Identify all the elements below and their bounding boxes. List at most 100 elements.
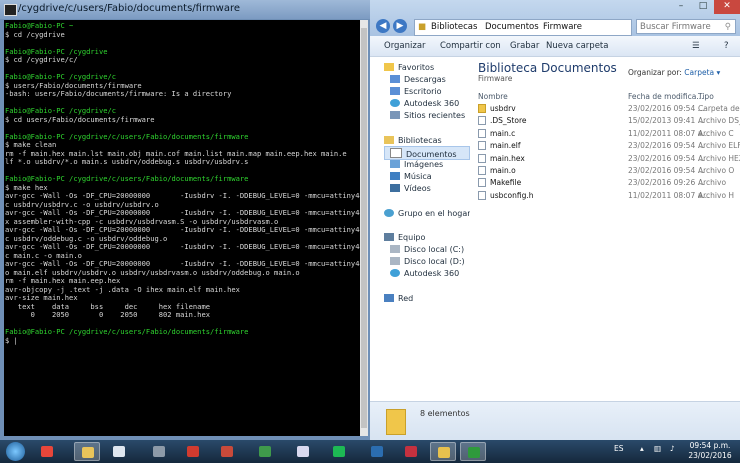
burn-button[interactable]: Grabar [510, 41, 539, 51]
taskbar-spotify-button[interactable] [326, 442, 352, 461]
breadcrumb-libraries[interactable]: Bibliotecas [431, 22, 477, 32]
library-subtitle: Firmware [478, 74, 513, 83]
nav-downloads[interactable]: Descargas [390, 75, 446, 84]
content-pane[interactable]: Biblioteca Documentos Firmware Organizar… [470, 57, 740, 401]
item-count: 8 elementos [420, 409, 470, 418]
file-icon [478, 128, 486, 138]
file-date: 23/02/2016 09:54 ... [628, 141, 705, 151]
nav-pictures[interactable]: Imágenes [390, 160, 443, 169]
nav-recent[interactable]: Sitios recientes [390, 111, 465, 120]
nav-network[interactable]: Red [384, 294, 413, 303]
clock[interactable]: 09:54 p.m. 23/02/2016 [686, 441, 734, 461]
column-type[interactable]: Tipo [698, 92, 714, 101]
search-box[interactable]: ⚲ [636, 19, 736, 34]
favorites-header[interactable]: Favoritos [384, 63, 434, 72]
folder-icon [478, 104, 486, 113]
libraries-icon [384, 136, 394, 144]
eagle-icon [259, 446, 271, 457]
start-button[interactable] [6, 442, 25, 461]
nav-disk-d[interactable]: Disco local (D:) [390, 257, 465, 266]
column-name[interactable]: Nombre [478, 92, 508, 101]
taskbar-cygwin-terminal-button[interactable] [460, 442, 486, 461]
explorer-window[interactable]: – □ ✕ ◀ ▶ ■ Bibliotecas Documentos Firmw… [370, 0, 740, 441]
address-bar[interactable]: ■ Bibliotecas Documentos Firmware [414, 19, 632, 36]
folder-icon [386, 409, 406, 435]
file-row[interactable]: usbdrv 23/02/2016 09:54 ...Carpeta de a [474, 103, 740, 115]
libraries-header[interactable]: Bibliotecas [384, 136, 442, 145]
forward-icon[interactable]: ▶ [393, 19, 407, 33]
arrange-value[interactable]: Carpeta [684, 68, 714, 77]
chevron-down-icon[interactable]: ▾ [717, 68, 721, 77]
terminal-text: Fabio@Fabio-PC ~ $ cd /cygdrive Fabio@Fa… [4, 20, 360, 345]
arrange-by[interactable]: Organizar por: Carpeta ▾ [628, 68, 720, 77]
file-row[interactable]: main.hex 23/02/2016 09:54 ... Archivo HEX [474, 153, 740, 165]
maximize-button[interactable]: □ [692, 0, 714, 14]
status-bar: 8 elementos [370, 401, 740, 441]
taskbar-media-button[interactable] [398, 442, 424, 461]
nav-documents[interactable]: Documentos [390, 148, 457, 159]
autocad-icon [187, 446, 199, 457]
terminal-line: $ cd users/Fabio/documents/firmware [5, 114, 155, 124]
network-icon [384, 294, 394, 302]
taskbar-autocad-button[interactable] [180, 442, 206, 461]
search-icon[interactable]: ⚲ [725, 22, 731, 32]
file-icon [478, 178, 486, 188]
homegroup-icon [384, 209, 394, 217]
file-row[interactable]: main.c 11/02/2011 08:07 a... Archivo C [474, 128, 740, 140]
file-name: main.elf [490, 141, 521, 151]
column-date[interactable]: Fecha de modifica... [628, 92, 703, 101]
close-button[interactable]: ✕ [714, 0, 740, 14]
taskbar-eagle-button[interactable] [252, 442, 278, 461]
taskbar-explorer-active-button[interactable] [430, 442, 456, 461]
autodesk-icon [390, 269, 400, 277]
nav-desktop[interactable]: Escritorio [390, 87, 442, 96]
explorer-titlebar[interactable]: – □ ✕ ◀ ▶ ■ Bibliotecas Documentos Firmw… [370, 0, 740, 36]
file-row[interactable]: .DS_Store 15/02/2013 09:41 ... Archivo DS_ [474, 115, 740, 127]
volume-icon[interactable]: ♪ [670, 444, 675, 453]
nav-music[interactable]: Música [390, 172, 432, 181]
breadcrumb-firmware[interactable]: Firmware [543, 22, 582, 32]
taskbar-photoshop-button[interactable] [364, 442, 390, 461]
taskbar-chrome-button[interactable] [34, 442, 60, 461]
terminal-titlebar[interactable]: /cygdrive/c/users/Fabio/documents/firmwa… [0, 0, 370, 19]
organize-button[interactable]: Organizar [384, 41, 426, 51]
scrollbar-thumb[interactable] [361, 28, 367, 428]
file-name: main.c [490, 128, 516, 138]
breadcrumb-documents[interactable]: Documentos [485, 22, 539, 32]
taskbar-itunes-button[interactable] [290, 442, 316, 461]
language-indicator[interactable]: ES [614, 444, 624, 453]
file-row[interactable]: main.o 23/02/2016 09:54 ... Archivo O [474, 165, 740, 177]
nav-autodesk-360[interactable]: Autodesk 360 [390, 269, 459, 278]
minimize-button[interactable]: – [670, 0, 692, 14]
file-row[interactable]: usbconfig.h 11/02/2011 08:07 a... Archivo … [474, 190, 740, 202]
toolbar: Organizar Compartir con Grabar Nueva car… [370, 36, 740, 57]
new-folder-button[interactable]: Nueva carpeta [546, 41, 608, 51]
pictures-icon [390, 160, 400, 168]
taskbar-notepad-button[interactable] [106, 442, 132, 461]
photoshop-icon [371, 446, 383, 457]
file-type: Archivo HEX [698, 153, 740, 163]
nav-homegroup[interactable]: Grupo en el hogar [384, 209, 471, 218]
nav-videos[interactable]: Vídeos [390, 184, 431, 193]
view-options-icon[interactable]: ☰ [692, 41, 700, 51]
share-button[interactable]: Compartir con [440, 41, 501, 51]
file-date: 23/02/2016 09:54 ... [628, 153, 705, 163]
terminal-window[interactable]: /cygdrive/c/users/Fabio/documents/firmwa… [0, 0, 370, 440]
chrome-icon [41, 446, 53, 457]
file-type: Archivo O [698, 166, 735, 175]
network-tray-icon[interactable]: ▥ [654, 444, 661, 453]
show-hidden-icons[interactable]: ▴ [640, 444, 644, 453]
file-row[interactable]: main.elf 23/02/2016 09:54 ... Archivo ELF [474, 140, 740, 152]
taskbar-file-explorer-button[interactable] [74, 442, 100, 461]
terminal-scrollbar[interactable] [360, 20, 368, 436]
taskbar-calculator-button[interactable] [146, 442, 172, 461]
search-input[interactable] [640, 22, 722, 32]
computer-header[interactable]: Equipo [384, 233, 425, 242]
help-icon[interactable]: ? [724, 41, 729, 51]
nav-disk-c[interactable]: Disco local (C:) [390, 245, 464, 254]
terminal-output[interactable]: Fabio@Fabio-PC ~ $ cd /cygdrive Fabio@Fa… [4, 20, 360, 436]
taskbar-sketchup-button[interactable] [214, 442, 240, 461]
back-icon[interactable]: ◀ [376, 19, 390, 33]
nav-autodesk[interactable]: Autodesk 360 [390, 99, 459, 108]
file-row[interactable]: Makefile 23/02/2016 09:26 ... Archivo [474, 177, 740, 189]
